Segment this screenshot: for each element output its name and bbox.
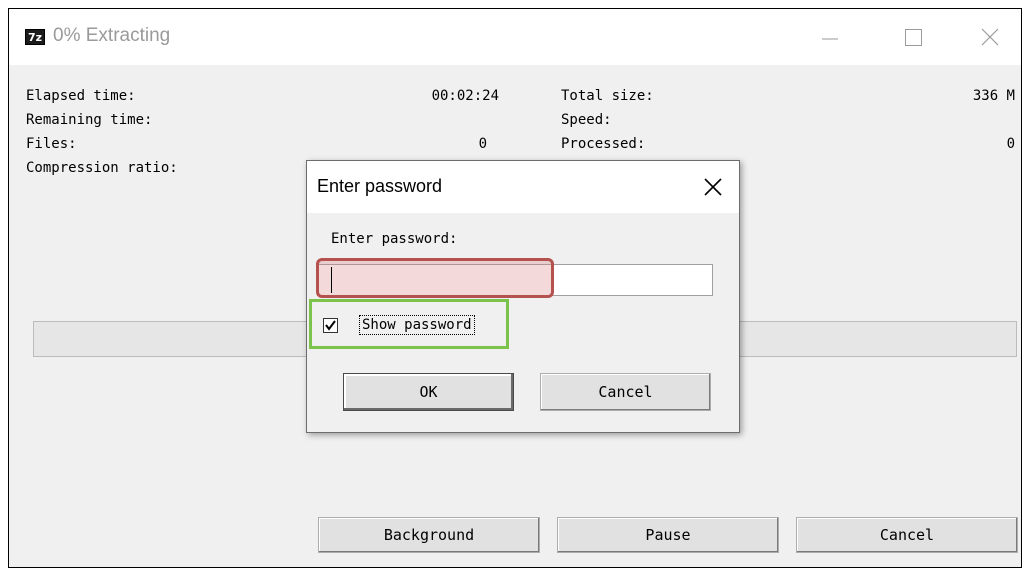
password-field-label: Enter password: <box>331 231 458 247</box>
speed-label: Speed: <box>561 112 612 128</box>
ok-button[interactable]: OK <box>343 373 514 411</box>
dialog-cancel-button[interactable]: Cancel <box>540 373 711 411</box>
total-size-label: Total size: <box>561 88 654 104</box>
processed-label: Processed: <box>561 136 646 152</box>
close-icon <box>704 178 722 196</box>
cancel-button[interactable]: Cancel <box>796 517 1018 553</box>
dialog-title: Enter password <box>317 176 443 196</box>
dialog-close-button[interactable] <box>701 175 725 199</box>
processed-value: 0 <box>1006 136 1015 152</box>
remaining-time-label: Remaining time: <box>26 112 153 128</box>
password-input-highlight <box>316 258 554 298</box>
maximize-button[interactable] <box>898 23 928 51</box>
show-password-label[interactable]: Show password <box>359 315 475 335</box>
files-label: Files: <box>26 136 77 152</box>
pause-button[interactable]: Pause <box>557 517 779 553</box>
text-caret <box>331 267 332 293</box>
window-title: 0% Extracting <box>53 25 171 46</box>
title-bar[interactable]: 7z 0% Extracting <box>9 9 1021 65</box>
password-dialog: Enter password Enter password: Show pass… <box>306 160 740 433</box>
app-logo-icon: 7z <box>25 29 45 45</box>
minimize-icon <box>822 38 838 40</box>
files-value: 0 <box>478 136 487 152</box>
elapsed-time-value: 00:02:24 <box>431 88 499 104</box>
elapsed-time-label: Elapsed time: <box>26 88 136 104</box>
checkmark-icon <box>325 320 336 331</box>
close-window-button[interactable] <box>975 23 1005 51</box>
total-size-value: 336 M <box>972 88 1015 104</box>
compression-ratio-label: Compression ratio: <box>26 160 178 176</box>
dialog-title-bar[interactable]: Enter password <box>307 161 739 213</box>
close-icon <box>981 28 999 46</box>
background-button[interactable]: Background <box>318 517 540 553</box>
show-password-checkbox[interactable] <box>323 318 338 333</box>
maximize-icon <box>905 29 922 46</box>
minimize-button[interactable] <box>814 23 844 51</box>
